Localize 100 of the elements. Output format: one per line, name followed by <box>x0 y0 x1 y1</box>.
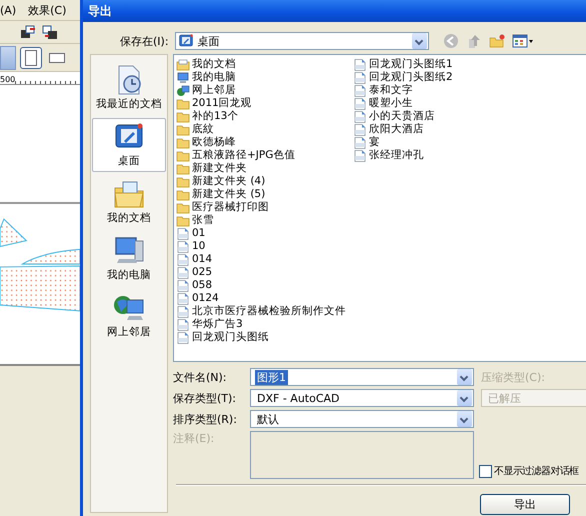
file-item[interactable]: 我的电脑 <box>176 71 353 84</box>
file-item[interactable]: 0124 <box>176 292 353 305</box>
file-item[interactable]: 025 <box>176 266 353 279</box>
notes-label: 注释(E): <box>173 431 216 446</box>
file-name: 张经理冲孔 <box>369 149 424 162</box>
file-name: 泰和文字 <box>369 84 413 97</box>
places-item[interactable]: 我的电脑 <box>92 232 166 286</box>
sort-type-dropdown[interactable]: 默认 <box>250 410 474 428</box>
folder-icon <box>176 188 190 200</box>
dxf-file-icon <box>353 58 367 70</box>
file-name: 014 <box>192 253 212 266</box>
file-name: 补的13个 <box>192 110 238 123</box>
file-item[interactable]: 宴 <box>353 136 530 149</box>
file-item[interactable]: 2011回龙观 <box>176 97 353 110</box>
file-item[interactable]: 新建文件夹 (4) <box>176 175 353 188</box>
file-name: 宴 <box>369 136 380 149</box>
file-name: 01 <box>192 227 206 240</box>
file-item[interactable]: 暖塑小生 <box>353 97 530 110</box>
menu-item[interactable]: 效果(C) <box>28 2 66 18</box>
dxf-file-icon <box>176 306 190 318</box>
file-item[interactable]: 张经理冲孔 <box>353 149 530 162</box>
file-name: 欧德杨峰 <box>192 136 236 149</box>
places-item[interactable]: 我的文档 <box>92 175 166 229</box>
folder-icon <box>176 162 190 174</box>
file-name: 新建文件夹 <box>192 162 247 175</box>
file-item[interactable]: 058 <box>176 279 353 292</box>
file-name: 回龙观门头图纸1 <box>369 58 453 71</box>
file-name: 新建文件夹 (5) <box>192 188 266 201</box>
file-name: 0124 <box>192 292 219 305</box>
file-name-label: 文件名(N): <box>173 370 228 384</box>
file-name: 网上邻居 <box>192 84 236 97</box>
save-type-dropdown[interactable]: DXF - AutoCAD <box>250 389 474 407</box>
save-in-value: 桌面 <box>198 34 221 48</box>
save-in-dropdown[interactable]: 桌面 <box>174 32 429 50</box>
file-item[interactable]: 欣阳大酒店 <box>353 123 530 136</box>
save-type-label: 保存类型(T): <box>173 390 238 406</box>
file-name: 医疗器械打印图 <box>192 201 269 214</box>
file-item[interactable]: 新建文件夹 (5) <box>176 188 353 201</box>
dxf-file-icon <box>353 150 367 162</box>
file-item[interactable]: 欧德杨峰 <box>176 136 353 149</box>
file-item[interactable]: 回龙观门头图纸1 <box>353 58 530 71</box>
dxf-file-icon <box>176 228 190 240</box>
window-title: 导出 <box>88 2 112 20</box>
hide-filter-dialog-checkbox[interactable]: 不显示过滤器对话框 <box>479 464 586 478</box>
toolbar-icon[interactable] <box>20 24 36 40</box>
export-button[interactable]: 导出 <box>480 494 570 515</box>
view-menu-icon[interactable] <box>512 33 534 49</box>
places-item[interactable]: 桌面 <box>92 118 166 172</box>
dxf-file-icon <box>176 266 190 278</box>
folder-icon <box>176 98 190 110</box>
file-item[interactable]: 新建文件夹 <box>176 162 353 175</box>
file-name: 回龙观门头图纸 <box>192 331 269 344</box>
dxf-file-icon <box>353 84 367 96</box>
file-name: 张雪 <box>192 214 214 227</box>
folder-icon <box>176 136 190 148</box>
file-name: 058 <box>192 279 212 292</box>
compression-type-label: 压缩类型(C): <box>481 370 546 384</box>
dxf-file-icon <box>353 98 367 110</box>
file-name: 五粮液路径+JPG色值 <box>192 149 296 162</box>
menu-item[interactable]: (A) <box>0 4 16 16</box>
toolbar-icon[interactable] <box>42 24 58 40</box>
file-item[interactable]: 华烁广告3 <box>176 318 353 331</box>
file-name-field[interactable]: 图形1 <box>250 368 474 386</box>
desktop-icon <box>178 33 194 49</box>
dxf-file-icon <box>353 110 367 122</box>
places-item[interactable]: 网上邻居 <box>92 289 166 343</box>
dxf-file-icon <box>176 292 190 304</box>
file-item[interactable]: 泰和文字 <box>353 84 530 97</box>
folder-icon <box>176 202 190 214</box>
file-name: 我的电脑 <box>192 71 236 84</box>
file-item[interactable]: 医疗器械打印图 <box>176 201 353 214</box>
file-name: 欣阳大酒店 <box>369 123 424 136</box>
file-item[interactable]: 回龙观门头图纸 <box>176 331 353 344</box>
new-folder-icon[interactable] <box>488 33 505 49</box>
file-name: 10 <box>192 240 206 253</box>
file-item[interactable]: 张雪 <box>176 214 353 227</box>
file-item[interactable]: 五粮液路径+JPG色值 <box>176 149 353 162</box>
file-item[interactable]: 我的文档 <box>176 58 353 71</box>
file-item[interactable]: 01 <box>176 227 353 240</box>
portrait-button[interactable] <box>20 46 42 68</box>
checkbox-icon[interactable] <box>479 464 492 478</box>
file-item[interactable]: 10 <box>176 240 353 253</box>
file-name: 底紋 <box>192 123 214 136</box>
file-item[interactable]: 014 <box>176 253 353 266</box>
ruler-label: 500 <box>0 75 16 84</box>
file-name: 025 <box>192 266 212 279</box>
file-item[interactable]: 补的13个 <box>176 110 353 123</box>
places-item[interactable]: 我最近的文档 <box>92 61 166 115</box>
file-name: 暖塑小生 <box>369 97 413 110</box>
dxf-file-icon <box>176 280 190 292</box>
file-item[interactable]: 小的天贵酒店 <box>353 110 530 123</box>
file-item[interactable]: 回龙观门头图纸2 <box>353 71 530 84</box>
dxf-file-icon <box>176 318 190 330</box>
file-item[interactable]: 底紋 <box>176 123 353 136</box>
file-name: 回龙观门头图纸2 <box>369 71 453 84</box>
dxf-file-icon <box>176 254 190 266</box>
file-name: 2011回龙观 <box>192 97 252 110</box>
document-folder-icon <box>176 58 190 70</box>
file-item[interactable]: 网上邻居 <box>176 84 353 97</box>
dxf-file-icon <box>353 136 367 148</box>
